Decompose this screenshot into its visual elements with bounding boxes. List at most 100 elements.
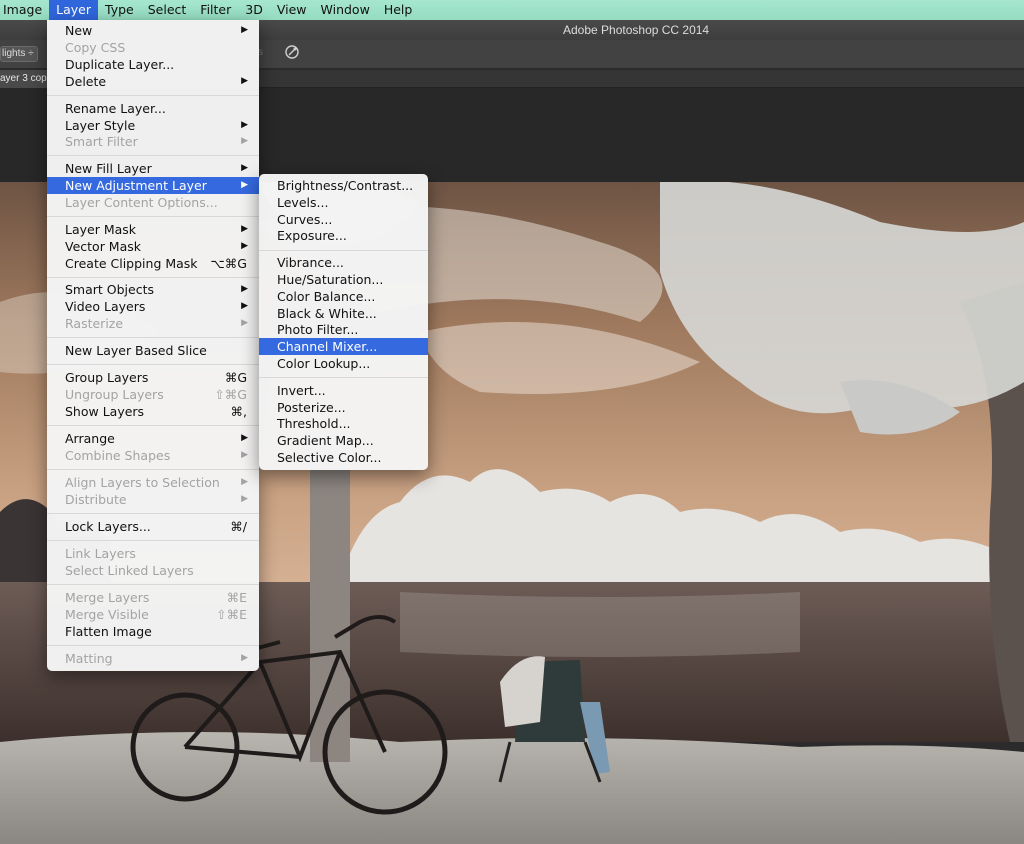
submenu-item-color-lookup[interactable]: Color Lookup... [259, 355, 428, 372]
menu-item-merge-layers: Merge Layers ⌘E [65, 590, 247, 605]
menu-separator [47, 584, 259, 585]
shortcut-label: ⌥⌘G [210, 256, 247, 271]
submenu-arrow-icon: ▶ [241, 318, 248, 328]
shortcut-label: ⌘E [226, 590, 247, 605]
menu-item-layer-mask[interactable]: Layer Mask ▶ [47, 221, 259, 238]
submenu-arrow-icon: ▶ [241, 241, 248, 251]
submenu-item-black-white[interactable]: Black & White... [259, 305, 428, 322]
submenu-item-photo-filter[interactable]: Photo Filter... [259, 321, 428, 338]
menu-item-ungroup-layers: Ungroup Layers ⇧⌘G [65, 387, 247, 402]
menu-item-distribute: Distribute ▶ [65, 492, 248, 507]
menu-filter[interactable]: Filter [193, 0, 238, 20]
shortcut-label: ⌘, [230, 404, 247, 419]
document-tab[interactable]: ayer 3 cop [0, 70, 52, 88]
menu-item-video-layers[interactable]: Video Layers ▶ [47, 298, 259, 315]
menu-separator [47, 277, 259, 278]
submenu-item-levels[interactable]: Levels... [259, 194, 428, 211]
menu-item-arrange[interactable]: Arrange ▶ [47, 430, 259, 447]
menu-window[interactable]: Window [314, 0, 377, 20]
menu-item-layer-content-options: Layer Content Options... [65, 195, 218, 210]
app-title: Adobe Photoshop CC 2014 [563, 23, 710, 37]
layer-menu: New ▶ Copy CSS Duplicate Layer... Delete ▶… [47, 20, 259, 671]
menu-separator [47, 645, 259, 646]
menu-item-matting: Matting ▶ [65, 651, 248, 666]
submenu-arrow-icon: ▶ [241, 76, 248, 86]
submenu-item-curves[interactable]: Curves... [259, 211, 428, 228]
submenu-item-posterize[interactable]: Posterize... [259, 399, 428, 416]
submenu-item-brightness-contrast[interactable]: Brightness/Contrast... [259, 177, 428, 194]
menu-item-rasterize: Rasterize ▶ [65, 316, 248, 331]
menu-item-lock-layers[interactable]: Lock Layers... ⌘/ [47, 518, 259, 535]
menu-item-create-clipping-mask[interactable]: Create Clipping Mask ⌥⌘G [47, 255, 259, 272]
submenu-arrow-icon: ▶ [241, 163, 248, 173]
menu-type[interactable]: Type [98, 0, 141, 20]
submenu-item-vibrance[interactable]: Vibrance... [259, 254, 428, 271]
menu-separator [47, 216, 259, 217]
submenu-arrow-icon: ▶ [241, 653, 248, 663]
menu-item-rename-layer[interactable]: Rename Layer... [47, 100, 259, 117]
menu-select[interactable]: Select [141, 0, 194, 20]
menu-separator [259, 377, 428, 378]
submenu-arrow-icon: ▶ [241, 301, 248, 311]
menu-item-layer-style[interactable]: Layer Style ▶ [47, 117, 259, 134]
adjustment-layer-submenu: Brightness/Contrast... Levels... Curves.… [259, 174, 428, 470]
submenu-item-selective-color[interactable]: Selective Color... [259, 449, 428, 466]
menu-item-merge-visible: Merge Visible ⇧⌘E [65, 607, 247, 622]
submenu-arrow-icon: ▶ [241, 494, 248, 504]
menu-item-smart-objects[interactable]: Smart Objects ▶ [47, 281, 259, 298]
menu-item-align-layers-to-selection: Align Layers to Selection ▶ [65, 475, 248, 490]
submenu-item-gradient-map[interactable]: Gradient Map... [259, 432, 428, 449]
menu-image[interactable]: Image [0, 0, 49, 20]
submenu-arrow-icon: ▶ [241, 120, 248, 130]
menu-separator [47, 155, 259, 156]
menu-3d[interactable]: 3D [238, 0, 270, 20]
submenu-arrow-icon: ▶ [241, 136, 248, 146]
submenu-item-threshold[interactable]: Threshold... [259, 415, 428, 432]
menu-layer[interactable]: Layer [49, 0, 99, 20]
menu-item-copy-css: Copy CSS [65, 40, 126, 55]
menu-item-link-layers: Link Layers [65, 546, 136, 561]
shortcut-label: ⌘/ [230, 519, 247, 534]
shortcut-label: ⇧⌘G [214, 387, 247, 402]
submenu-arrow-icon: ▶ [241, 284, 248, 294]
menu-item-new-fill-layer[interactable]: New Fill Layer ▶ [47, 160, 259, 177]
menu-item-flatten-image[interactable]: Flatten Image [47, 623, 259, 640]
shortcut-label: ⇧⌘E [216, 607, 247, 622]
submenu-arrow-icon: ▶ [241, 224, 248, 234]
menu-item-select-linked-layers: Select Linked Layers [65, 563, 194, 578]
menu-item-show-layers[interactable]: Show Layers ⌘, [47, 403, 259, 420]
submenu-arrow-icon: ▶ [241, 477, 248, 487]
shortcut-label: ⌘G [224, 370, 247, 385]
menu-separator [259, 250, 428, 251]
submenu-arrow-icon: ▶ [241, 450, 248, 460]
menu-separator [47, 337, 259, 338]
tool-mode-dropdown[interactable]: lights ÷ [0, 46, 38, 62]
submenu-arrow-icon: ▶ [241, 25, 248, 35]
menu-item-new-layer-based-slice[interactable]: New Layer Based Slice [47, 342, 259, 359]
menu-separator [47, 469, 259, 470]
submenu-item-channel-mixer[interactable]: Channel Mixer... [259, 338, 428, 355]
submenu-arrow-icon: ▶ [241, 433, 248, 443]
menu-item-delete[interactable]: Delete ▶ [47, 73, 259, 90]
menu-item-new-adjustment-layer[interactable]: New Adjustment Layer ▶ [47, 177, 259, 194]
menu-item-vector-mask[interactable]: Vector Mask ▶ [47, 238, 259, 255]
menu-item-group-layers[interactable]: Group Layers ⌘G [47, 369, 259, 386]
menu-separator [47, 425, 259, 426]
submenu-item-exposure[interactable]: Exposure... [259, 227, 428, 244]
submenu-arrow-icon: ▶ [241, 180, 248, 190]
menu-item-combine-shapes: Combine Shapes ▶ [65, 448, 248, 463]
pressure-icon[interactable] [282, 44, 302, 64]
submenu-item-color-balance[interactable]: Color Balance... [259, 288, 428, 305]
menu-separator [47, 513, 259, 514]
menu-view[interactable]: View [270, 0, 314, 20]
submenu-item-invert[interactable]: Invert... [259, 382, 428, 399]
menu-separator [47, 540, 259, 541]
menu-item-smart-filter: Smart Filter ▶ [65, 134, 248, 149]
menu-separator [47, 364, 259, 365]
menu-bar: Image Layer Type Select Filter 3D View W… [0, 0, 1024, 20]
menu-separator [47, 95, 259, 96]
menu-help[interactable]: Help [377, 0, 420, 20]
menu-item-duplicate-layer[interactable]: Duplicate Layer... [47, 56, 259, 73]
menu-item-new[interactable]: New ▶ [47, 22, 259, 39]
submenu-item-hue-saturation[interactable]: Hue/Saturation... [259, 271, 428, 288]
